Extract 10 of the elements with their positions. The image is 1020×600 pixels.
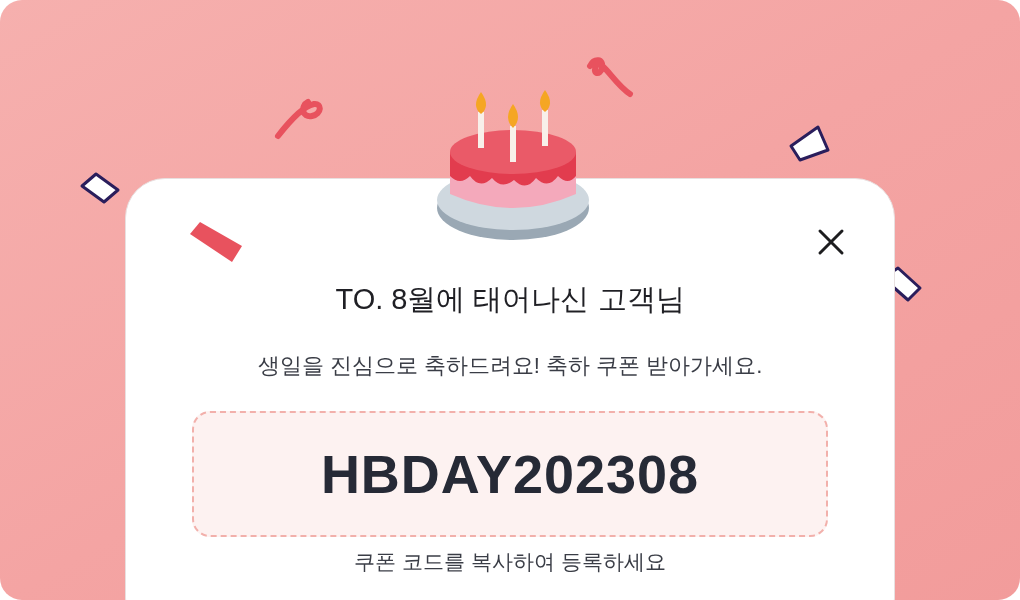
confetti-icon	[78, 170, 122, 206]
coupon-hint: 쿠폰 코드를 복사하여 등록하세요	[354, 549, 666, 575]
coupon-code: HBDAY202308	[320, 442, 700, 506]
dialog-message: 생일을 진심으로 축하드려요! 축하 쿠폰 받아가세요.	[257, 352, 763, 380]
ribbon-icon	[584, 54, 636, 98]
ribbon-icon	[274, 98, 326, 142]
dialog-title: TO. 8월에 태어나신 고객님	[335, 282, 685, 317]
confetti-icon	[788, 124, 832, 164]
close-icon	[817, 228, 845, 256]
close-button[interactable]	[816, 227, 846, 257]
